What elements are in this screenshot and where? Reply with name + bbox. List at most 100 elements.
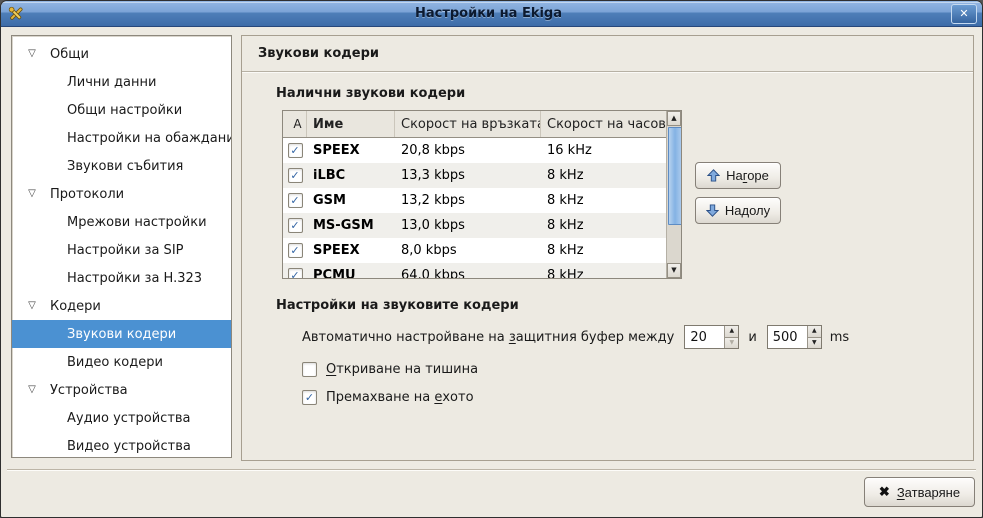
codec-enabled-checkbox[interactable]: ✓ <box>288 193 303 208</box>
codec-bandwidth: 13,0 kbps <box>395 218 541 233</box>
codec-name: SPEEX <box>307 243 395 258</box>
buffer-max-input[interactable] <box>768 326 807 348</box>
page-title: Звукови кодери <box>258 46 379 61</box>
spin-down-icon: ▼ <box>730 340 735 346</box>
sidebar-item-personal-data[interactable]: Лични данни <box>12 68 231 96</box>
sidebar-item-protocols[interactable]: ▽ Протоколи <box>12 180 231 208</box>
echo-cancellation-checkbox[interactable]: ✓ <box>302 390 317 405</box>
column-header-name[interactable]: Име <box>307 111 395 137</box>
table-scrollbar[interactable]: ▲ ▼ <box>666 111 681 278</box>
scrollbar-thumb[interactable] <box>668 127 682 225</box>
window-close-button[interactable]: ✕ <box>951 4 977 24</box>
sidebar-item-audio-devices[interactable]: Аудио устройства <box>12 404 231 432</box>
titlebar[interactable]: Настройки на Ekiga ✕ <box>1 1 982 27</box>
sidebar-item-label: Видео устройства <box>67 439 191 454</box>
buffer-min-input[interactable] <box>685 326 724 348</box>
table-row[interactable]: ✓ PCMU 64,0 kbps 8 kHz <box>283 263 666 279</box>
scroll-up-icon: ▲ <box>671 115 676 122</box>
check-icon: ✓ <box>290 170 299 181</box>
table-row[interactable]: ✓ MS-GSM 13,0 kbps 8 kHz <box>283 213 666 238</box>
sidebar-item-general-settings[interactable]: Общи настройки <box>12 96 231 124</box>
footer-separator <box>7 469 976 470</box>
column-header-active[interactable]: A <box>283 111 307 137</box>
check-icon: ✓ <box>305 392 314 403</box>
table-row[interactable]: ✓ GSM 13,2 kbps 8 kHz <box>283 188 666 213</box>
table-row[interactable]: ✓ SPEEX 8,0 kbps 8 kHz <box>283 238 666 263</box>
expander-icon[interactable]: ▽ <box>25 189 39 199</box>
codec-clock: 16 kHz <box>541 143 666 158</box>
check-icon: ✓ <box>290 270 299 280</box>
expander-icon[interactable]: ▽ <box>25 301 39 311</box>
sidebar-item-sound-events[interactable]: Звукови събития <box>12 152 231 180</box>
sidebar-item-sip-settings[interactable]: Настройки за SIP <box>12 236 231 264</box>
codec-enabled-checkbox[interactable]: ✓ <box>288 143 303 158</box>
echo-cancellation-row: ✓ Премахване на ехото <box>302 390 973 405</box>
codec-enabled-checkbox[interactable]: ✓ <box>288 243 303 258</box>
table-row[interactable]: ✓ SPEEX 20,8 kbps 16 kHz <box>283 138 666 163</box>
expander-icon[interactable]: ▽ <box>25 385 39 395</box>
sidebar-item-label: Устройства <box>50 383 128 398</box>
codec-enabled-checkbox[interactable]: ✓ <box>288 268 303 279</box>
spin-down-button[interactable]: ▼ <box>808 338 821 349</box>
main-panel: Звукови кодери Налични звукови кодери A … <box>241 35 974 461</box>
move-up-button[interactable]: Нагоре <box>695 162 781 189</box>
codec-enabled-checkbox[interactable]: ✓ <box>288 218 303 233</box>
scroll-down-button[interactable]: ▼ <box>667 263 681 278</box>
close-x-icon: ✖ <box>879 484 890 500</box>
codec-bandwidth: 20,8 kbps <box>395 143 541 158</box>
preferences-dialog: Настройки на Ekiga ✕ ▽ Общи Лични данни … <box>0 0 983 518</box>
sidebar-item-call-options[interactable]: Настройки на обажданията <box>12 124 231 152</box>
sidebar-item-codecs[interactable]: ▽ Кодери <box>12 292 231 320</box>
sidebar-item-label: Аудио устройства <box>67 411 191 426</box>
codec-clock: 8 kHz <box>541 168 666 183</box>
sidebar-item-general[interactable]: ▽ Общи <box>12 40 231 68</box>
codec-clock: 8 kHz <box>541 193 666 208</box>
sidebar-item-devices[interactable]: ▽ Устройства <box>12 376 231 404</box>
close-button-label: Затваряне <box>897 485 960 500</box>
column-header-clock[interactable]: Скорост на часовника <box>541 111 666 137</box>
sidebar-item-label: Настройки за SIP <box>67 243 184 258</box>
buffer-and-label: и <box>748 330 756 345</box>
column-header-bandwidth[interactable]: Скорост на връзката <box>395 111 541 137</box>
expander-icon[interactable]: ▽ <box>25 49 39 59</box>
spin-up-button[interactable]: ▲ <box>725 326 738 338</box>
sidebar-item-label: Звукови събития <box>67 159 183 174</box>
up-arrow-icon <box>707 169 720 182</box>
check-icon: ✓ <box>290 245 299 256</box>
move-up-label: Нагоре <box>726 168 769 183</box>
sidebar-item-audio-codecs[interactable]: Звукови кодери <box>12 320 231 348</box>
codec-name: iLBC <box>307 168 395 183</box>
close-dialog-button[interactable]: ✖ Затваряне <box>864 477 975 507</box>
spin-down-button[interactable]: ▼ <box>725 338 738 349</box>
sidebar-item-label: Общи <box>50 47 89 62</box>
codec-enabled-checkbox[interactable]: ✓ <box>288 168 303 183</box>
codec-clock: 8 kHz <box>541 268 666 279</box>
sidebar-item-label: Звукови кодери <box>67 327 176 342</box>
sidebar-item-label: Видео кодери <box>67 355 163 370</box>
silence-detection-checkbox[interactable] <box>302 362 317 377</box>
scroll-up-button[interactable]: ▲ <box>667 111 681 126</box>
sidebar-item-label: Настройки на обажданията <box>67 131 232 146</box>
sidebar-item-h323-settings[interactable]: Настройки за H.323 <box>12 264 231 292</box>
silence-detection-row: Откриване на тишина <box>302 362 973 377</box>
spin-up-icon: ▲ <box>730 328 735 334</box>
buffer-min-spinner: ▲ ▼ <box>684 325 739 349</box>
sidebar-item-label: Общи настройки <box>67 103 182 118</box>
buffer-unit-label: ms <box>830 330 849 345</box>
spin-down-icon: ▼ <box>812 340 817 346</box>
sidebar-item-video-devices[interactable]: Видео устройства <box>12 432 231 458</box>
window-title: Настройки на Ekiga <box>26 6 951 21</box>
codec-name: MS-GSM <box>307 218 395 233</box>
move-down-button[interactable]: Надолу <box>695 197 781 224</box>
spin-up-button[interactable]: ▲ <box>808 326 821 338</box>
sidebar-item-label: Мрежови настройки <box>67 215 207 230</box>
codec-clock: 8 kHz <box>541 243 666 258</box>
check-icon: ✓ <box>290 145 299 156</box>
sidebar-item-network-settings[interactable]: Мрежови настройки <box>12 208 231 236</box>
echo-cancellation-label: Премахване на ехото <box>326 390 474 405</box>
silence-detection-label: Откриване на тишина <box>326 362 478 377</box>
sidebar-item-video-codecs[interactable]: Видео кодери <box>12 348 231 376</box>
check-icon: ✓ <box>290 195 299 206</box>
table-row[interactable]: ✓ iLBC 13,3 kbps 8 kHz <box>283 163 666 188</box>
page-header: Звукови кодери <box>242 36 973 72</box>
